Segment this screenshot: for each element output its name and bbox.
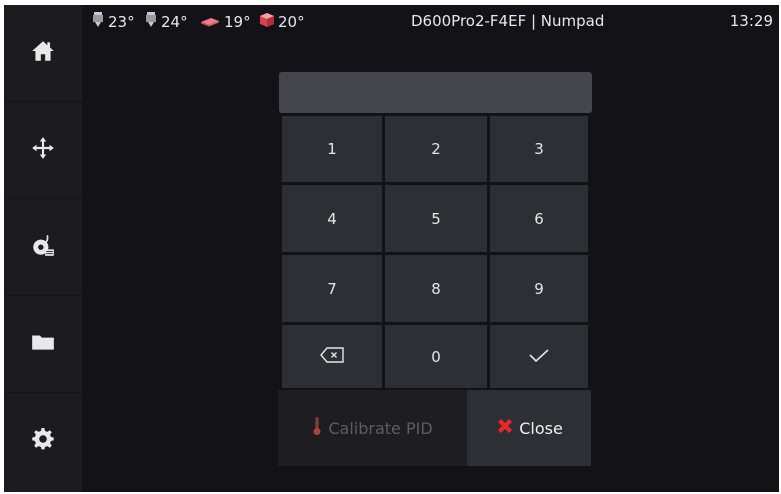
folder-icon (30, 329, 56, 359)
extruder-icon (91, 12, 105, 32)
gear-icon (30, 426, 56, 456)
thermometer-icon (312, 416, 322, 440)
move-icon (30, 135, 56, 165)
key-8[interactable]: 8 (385, 255, 487, 322)
screen: 23° 24° 19° 20° D600Pro2-F4EF | Numpad 1… (4, 5, 779, 492)
key-7[interactable]: 7 (282, 255, 382, 322)
key-6[interactable]: 6 (490, 185, 588, 252)
calibrate-pid-label: Calibrate PID (328, 418, 433, 438)
numpad-entry-field[interactable] (279, 72, 592, 113)
backspace-button[interactable] (282, 325, 382, 388)
close-button[interactable]: Close (467, 390, 591, 466)
home-icon (30, 38, 56, 68)
heated-bed-temp[interactable]: 19° (199, 12, 251, 32)
key-2[interactable]: 2 (385, 116, 487, 182)
sidebar-item-extrude[interactable] (4, 199, 82, 296)
sidebar-item-files[interactable] (4, 296, 82, 393)
backspace-icon (319, 346, 345, 368)
key-9[interactable]: 9 (490, 255, 588, 322)
chamber-temp[interactable]: 20° (259, 12, 305, 32)
heated-bed-icon (199, 12, 221, 32)
numpad: 1 2 3 4 5 6 7 8 9 0 (282, 116, 588, 388)
key-5[interactable]: 5 (385, 185, 487, 252)
extruder-icon (144, 12, 158, 32)
extruder-2-temp[interactable]: 24° (144, 12, 188, 32)
key-1[interactable]: 1 (282, 116, 382, 182)
close-icon (495, 416, 515, 440)
extrude-icon (30, 232, 56, 262)
chamber-icon (259, 12, 275, 32)
extruder-1-temp[interactable]: 23° (91, 12, 135, 32)
top-bar: 23° 24° 19° 20° D600Pro2-F4EF | Numpad 1… (86, 5, 779, 39)
sidebar-item-settings[interactable] (4, 393, 82, 489)
close-label: Close (519, 418, 563, 438)
sidebar-item-home[interactable] (4, 5, 82, 102)
calibrate-pid-button[interactable]: Calibrate PID (278, 390, 467, 466)
checkmark-icon (526, 346, 552, 368)
key-0[interactable]: 0 (385, 325, 487, 388)
clock: 13:29 (729, 12, 773, 30)
sidebar (4, 5, 82, 492)
confirm-button[interactable] (490, 325, 588, 388)
key-4[interactable]: 4 (282, 185, 382, 252)
key-3[interactable]: 3 (490, 116, 588, 182)
sidebar-item-move[interactable] (4, 102, 82, 199)
page-title: D600Pro2-F4EF | Numpad (411, 12, 605, 30)
